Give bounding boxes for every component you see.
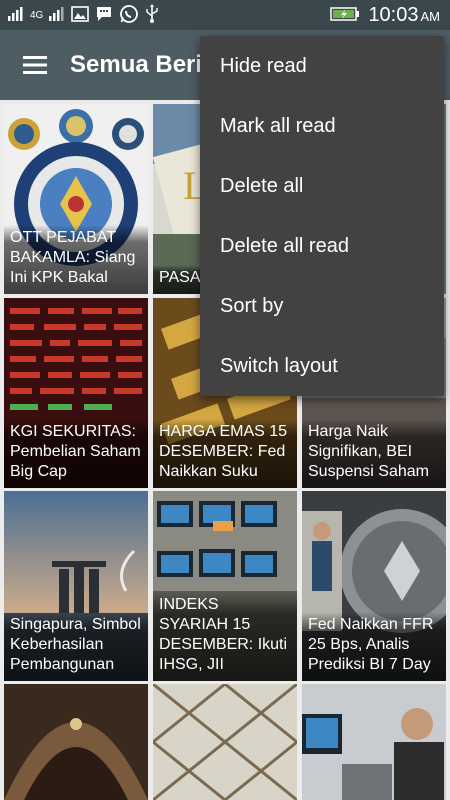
signal-4g-icon <box>49 6 65 24</box>
news-card[interactable] <box>4 684 148 800</box>
menu-item-delete-all-read[interactable]: Delete all read <box>200 216 444 276</box>
news-card[interactable] <box>302 684 446 800</box>
news-caption: Fed Naikkan FFR 25 Bps, Analis Prediksi … <box>302 612 446 681</box>
news-caption: INDEKS SYARIAH 15 DESEMBER: Ikuti IHSG, … <box>153 592 297 681</box>
network-type-label: 4G <box>30 9 44 21</box>
news-thumbnail <box>153 684 297 800</box>
news-caption: HARGA EMAS 15 DESEMBER: Fed Naikkan Suku <box>153 419 297 488</box>
news-caption: Harga Naik Signifikan, BEI Suspensi Saha… <box>302 419 446 488</box>
menu-item-hide-read[interactable]: Hide read <box>200 36 444 96</box>
menu-item-mark-all-read[interactable]: Mark all read <box>200 96 444 156</box>
page-title: Semua Beri <box>70 51 203 78</box>
image-icon <box>71 5 90 25</box>
menu-item-switch-layout[interactable]: Switch layout <box>200 336 444 396</box>
signal-icon <box>8 6 24 24</box>
news-card[interactable]: Singapura, Simbol Keberhasilan Pembangun… <box>4 491 148 681</box>
clock: 10:03 AM <box>368 3 440 26</box>
menu-item-sort-by[interactable]: Sort by <box>200 276 444 336</box>
news-card[interactable]: Fed Naikkan FFR 25 Bps, Analis Prediksi … <box>302 491 446 681</box>
menu-item-delete-all[interactable]: Delete all <box>200 156 444 216</box>
news-caption: OTT PEJABAT BAKAMLA: Siang Ini KPK Bakal <box>4 225 148 294</box>
message-icon <box>95 5 113 26</box>
news-caption: KGI SEKURITAS: Pembelian Saham Big Cap <box>4 419 148 488</box>
news-card[interactable] <box>153 684 297 800</box>
overflow-menu: Hide read Mark all read Delete all Delet… <box>200 36 444 396</box>
news-thumbnail <box>302 684 446 800</box>
news-card[interactable]: INDEKS SYARIAH 15 DESEMBER: Ikuti IHSG, … <box>153 491 297 681</box>
usb-icon <box>145 3 159 27</box>
news-card[interactable]: KGI SEKURITAS: Pembelian Saham Big Cap <box>4 298 148 488</box>
news-card[interactable]: OTT PEJABAT BAKAMLA: Siang Ini KPK Bakal <box>4 104 148 294</box>
battery-icon <box>330 6 360 25</box>
hamburger-menu-icon[interactable] <box>0 30 70 100</box>
news-thumbnail <box>4 684 148 800</box>
news-caption: Singapura, Simbol Keberhasilan Pembangun… <box>4 612 148 681</box>
whatsapp-icon <box>119 4 139 27</box>
status-bar: 4G 10:03 AM <box>0 0 450 30</box>
